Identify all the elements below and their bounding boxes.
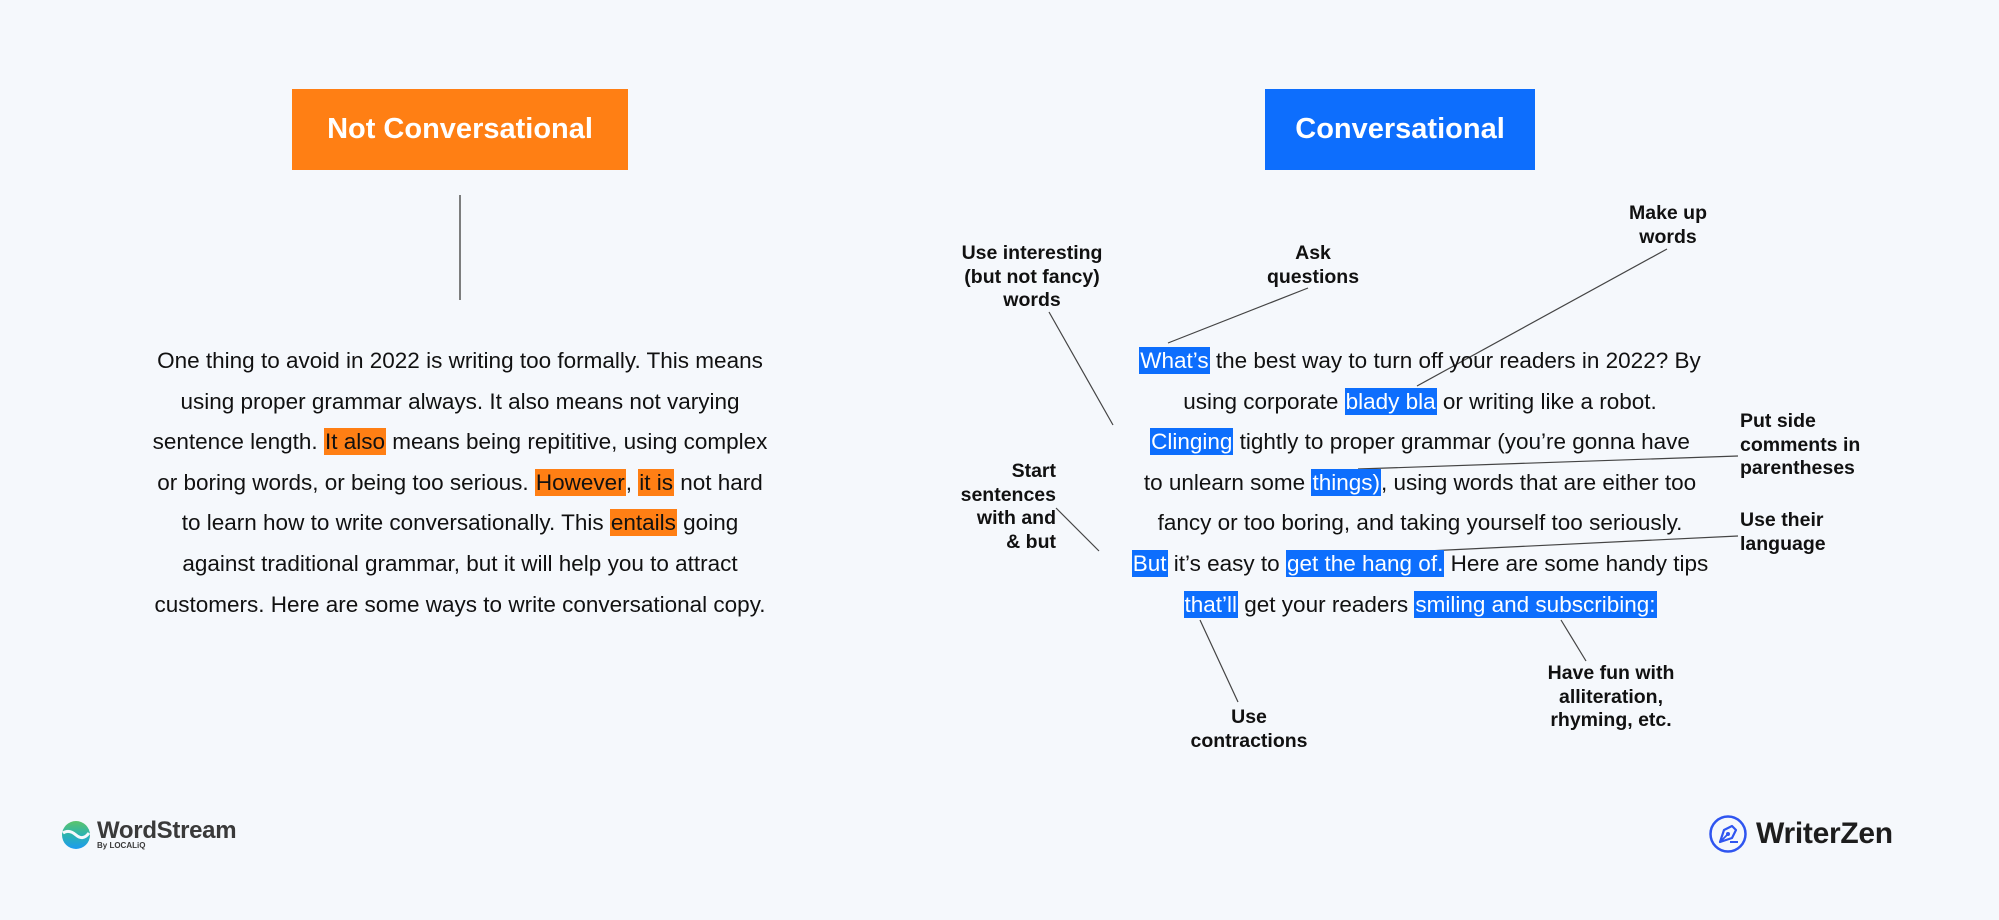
paragraph-line: or boring words, or being too serious. H… xyxy=(120,463,800,504)
highlighted-phrase: it is xyxy=(638,468,674,496)
annotation-ask-questions: Ask questions xyxy=(1266,242,1360,288)
text-segment: not hard xyxy=(673,469,763,495)
annotation-side-comments: Put side comments in parentheses xyxy=(1740,410,1861,479)
writerzen-logo: WriterZen xyxy=(1708,814,1893,854)
annotation-start-sentences: Start sentences with and & but xyxy=(960,460,1056,553)
paragraph-line: against traditional grammar, but it will… xyxy=(120,544,800,585)
annotation-use-their-language: Use their language xyxy=(1740,509,1826,555)
text-segment: customers. Here are some ways to write c… xyxy=(154,591,766,617)
paragraph-line: What’s the best way to turn off your rea… xyxy=(1060,341,1780,382)
highlighted-phrase: But xyxy=(1131,549,1168,577)
highlighted-phrase: Clinging xyxy=(1150,428,1234,456)
text-segment: tightly to proper grammar (you’re gonna … xyxy=(1233,429,1690,455)
text-segment: sentence length. xyxy=(152,429,324,455)
highlighted-phrase: smiling and subscribing: xyxy=(1414,590,1657,618)
highlighted-phrase: that’ll xyxy=(1183,590,1239,618)
writerzen-wordmark: WriterZen xyxy=(1756,817,1893,850)
annotation-have-fun: Have fun with alliteration, rhyming, etc… xyxy=(1547,662,1675,731)
paragraph-line: fancy or too boring, and taking yourself… xyxy=(1060,503,1780,544)
paragraph-line: One thing to avoid in 2022 is writing to… xyxy=(120,341,800,382)
text-segment: , xyxy=(625,469,639,495)
highlighted-phrase: get the hang of. xyxy=(1285,549,1445,577)
connector-ask-questions xyxy=(1167,287,1309,344)
paragraph-line: But it’s easy to get the hang of. Here a… xyxy=(1060,544,1780,585)
text-segment: or writing like a robot. xyxy=(1436,388,1657,414)
text-segment: means being repititive, using complex xyxy=(385,429,768,455)
connector-contractions xyxy=(1199,619,1239,703)
text-segment: to learn how to write conversationally. … xyxy=(181,510,610,536)
text-segment: against traditional grammar, but it will… xyxy=(182,550,738,576)
wordstream-wave-icon xyxy=(62,820,91,849)
highlighted-phrase: blady bla xyxy=(1344,387,1437,415)
paragraph-line: customers. Here are some ways to write c… xyxy=(120,585,800,626)
paragraph-line: that’ll get your readers smiling and sub… xyxy=(1060,585,1780,626)
text-segment: using proper grammar always. It also mea… xyxy=(180,388,740,414)
highlighted-phrase: entails xyxy=(609,509,677,537)
text-segment: fancy or too boring, and taking yourself… xyxy=(1157,510,1683,536)
conversational-title: Conversational xyxy=(1295,113,1505,145)
text-segment: to unlearn some xyxy=(1143,469,1312,495)
paragraph-line: using proper grammar always. It also mea… xyxy=(120,382,800,423)
text-segment: it’s easy to xyxy=(1167,550,1286,576)
conversational-paragraph: What’s the best way to turn off your rea… xyxy=(1060,341,1780,625)
not-conversational-paragraph: One thing to avoid in 2022 is writing to… xyxy=(120,341,800,625)
paragraph-line: Clinging tightly to proper grammar (you’… xyxy=(1060,422,1780,463)
highlighted-phrase: However xyxy=(534,468,626,496)
text-segment: the best way to turn off your readers in… xyxy=(1209,348,1701,373)
text-segment: Here are some handy tips xyxy=(1444,550,1709,576)
paragraph-line: sentence length. It also means being rep… xyxy=(120,422,800,463)
wordstream-wordmark: WordStream xyxy=(97,817,237,844)
not-conversational-title: Not Conversational xyxy=(327,113,593,145)
paragraph-line: to learn how to write conversationally. … xyxy=(120,503,800,544)
text-segment: or boring words, or being too serious. xyxy=(157,469,535,495)
connector-have-fun xyxy=(1560,619,1587,662)
text-segment: One thing to avoid in 2022 is writing to… xyxy=(157,348,763,373)
annotation-use-contractions: Use contractions xyxy=(1190,706,1308,752)
text-segment: going xyxy=(676,510,739,536)
writerzen-pen-icon xyxy=(1709,815,1747,853)
highlighted-phrase: What’s xyxy=(1139,347,1210,374)
highlighted-phrase: things) xyxy=(1311,468,1381,496)
annotation-make-up-words: Make up words xyxy=(1628,202,1708,248)
text-segment: using corporate xyxy=(1183,388,1345,414)
wordstream-logo: WordStream By LOCALiQ xyxy=(61,817,237,850)
conversational-header: Conversational xyxy=(1265,89,1535,170)
paragraph-line: to unlearn some things), using words tha… xyxy=(1060,463,1780,504)
paragraph-line: using corporate blady bla or writing lik… xyxy=(1060,382,1780,423)
text-segment: , using words that are either too xyxy=(1380,469,1697,495)
annotation-use-interesting-words: Use interesting (but not fancy) words xyxy=(961,242,1103,311)
highlighted-phrase: It also xyxy=(323,428,386,456)
text-segment: get your readers xyxy=(1238,591,1415,617)
not-conversational-header: Not Conversational xyxy=(292,89,628,170)
